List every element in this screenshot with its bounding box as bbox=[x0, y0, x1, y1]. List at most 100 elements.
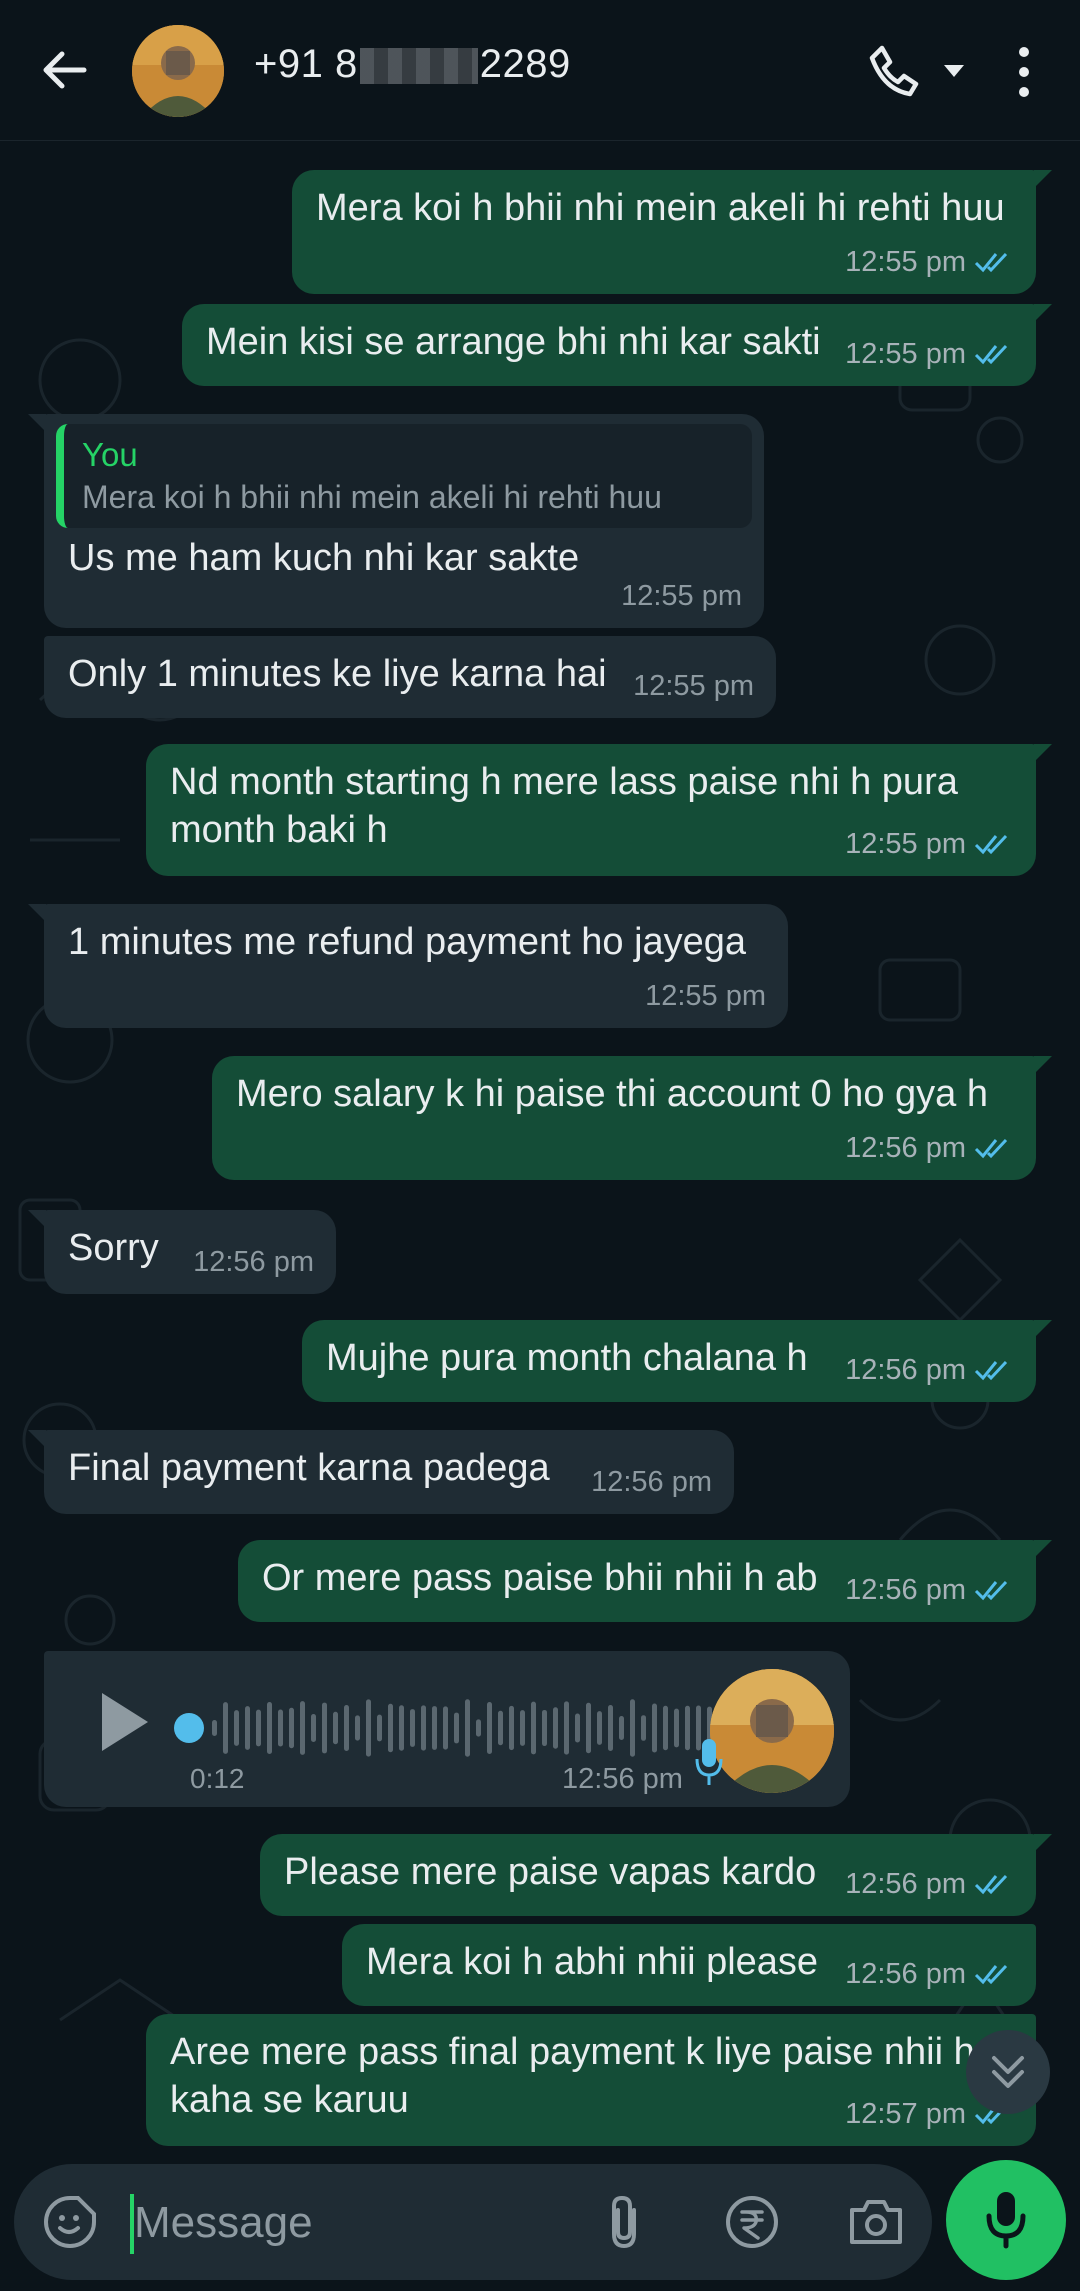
waveform-bar bbox=[267, 1702, 272, 1754]
read-ticks-icon bbox=[974, 1580, 1008, 1601]
double-chevron-down-icon bbox=[992, 2056, 1024, 2088]
sender-avatar bbox=[710, 1669, 834, 1793]
message-bubble-outgoing[interactable]: Mero salary k hi paise thi account 0 ho … bbox=[212, 1056, 1052, 1180]
emoji-icon[interactable] bbox=[42, 2194, 98, 2250]
waveform-bar bbox=[443, 1706, 448, 1750]
message-bubble-incoming[interactable]: 1 minutes me refund payment ho jayega 12… bbox=[28, 904, 788, 1028]
message-bubble-incoming[interactable]: Final payment karna padega 12:56 pm bbox=[28, 1430, 734, 1514]
contact-name[interactable]: +91 8 2289 bbox=[254, 42, 571, 87]
waveform-bar bbox=[685, 1705, 690, 1751]
waveform-bar bbox=[410, 1709, 415, 1747]
waveform-bar bbox=[212, 1720, 217, 1736]
camera-icon[interactable] bbox=[846, 2194, 906, 2250]
waveform-bar bbox=[641, 1715, 646, 1741]
message-time: 12:55 pm bbox=[633, 670, 754, 702]
message-time: 12:55 pm bbox=[621, 580, 742, 612]
waveform-bar bbox=[421, 1705, 426, 1751]
back-arrow-icon[interactable] bbox=[34, 40, 94, 100]
waveform-bar bbox=[234, 1710, 239, 1746]
waveform-bar bbox=[586, 1702, 591, 1754]
message-time: 12:56 pm bbox=[845, 1868, 966, 1900]
more-vert-icon[interactable] bbox=[1006, 44, 1042, 100]
scroll-to-bottom-button[interactable] bbox=[966, 2030, 1050, 2114]
waveform-bar bbox=[542, 1709, 547, 1747]
waveform-bar bbox=[476, 1719, 481, 1737]
message-bubble-incoming[interactable]: Only 1 minutes ke liye karna hai 12:55 p… bbox=[44, 636, 776, 718]
waveform-bar bbox=[245, 1706, 250, 1750]
waveform-bar bbox=[553, 1707, 558, 1749]
waveform-bar bbox=[619, 1715, 624, 1741]
record-voice-button[interactable] bbox=[946, 2160, 1066, 2280]
message-bubble-outgoing[interactable]: Or mere pass paise bhii nhii h ab 12:56 … bbox=[238, 1540, 1052, 1622]
waveform-bar bbox=[564, 1701, 569, 1755]
mic-icon bbox=[986, 2192, 1026, 2249]
read-ticks-icon bbox=[974, 344, 1008, 365]
waveform-bar bbox=[432, 1706, 437, 1750]
message-time: 12:56 pm bbox=[845, 1574, 966, 1606]
waveform[interactable] bbox=[202, 1689, 722, 1767]
waveform-bar bbox=[487, 1702, 492, 1754]
waveform-bar bbox=[663, 1705, 668, 1751]
voice-mic-icon bbox=[695, 1739, 723, 1785]
message-bubble-outgoing[interactable]: Mujhe pura month chalana h 12:56 pm bbox=[302, 1320, 1052, 1402]
waveform-bar bbox=[311, 1714, 316, 1742]
waveform-bar bbox=[377, 1714, 382, 1742]
waveform-bar bbox=[322, 1702, 327, 1754]
message-bubble-incoming-reply[interactable]: You Mera koi h bhii nhi mein akeli hi re… bbox=[28, 414, 764, 628]
playback-scrubber[interactable] bbox=[174, 1713, 204, 1743]
message-time: 12:56 pm bbox=[845, 1354, 966, 1386]
quote-text: Mera koi h bhii nhi mein akeli hi rehti … bbox=[82, 479, 662, 515]
read-ticks-icon bbox=[974, 1874, 1008, 1895]
waveform-bar bbox=[344, 1705, 349, 1751]
waveform-bar bbox=[520, 1710, 525, 1746]
message-time: 12:55 pm bbox=[845, 338, 966, 370]
contact-number-prefix: +91 8 bbox=[254, 42, 358, 86]
waveform-bar bbox=[223, 1702, 228, 1754]
message-time: 12:56 pm bbox=[193, 1246, 314, 1278]
message-bubble-outgoing[interactable]: Please mere paise vapas kardo 12:56 pm bbox=[260, 1834, 1052, 1916]
rupee-payment-icon[interactable] bbox=[722, 2192, 782, 2252]
chat-header: +91 8 2289 bbox=[0, 0, 1080, 141]
waveform-bar bbox=[454, 1712, 459, 1744]
chevron-down-icon[interactable] bbox=[940, 56, 968, 84]
message-bubble-outgoing[interactable]: Aree mere pass final payment k liye pais… bbox=[146, 2014, 1036, 2146]
message-time: 12:56 pm bbox=[845, 1958, 966, 1990]
message-composer bbox=[14, 2164, 932, 2280]
waveform-bar bbox=[256, 1709, 261, 1747]
attach-icon[interactable] bbox=[604, 2194, 644, 2250]
waveform-bar bbox=[388, 1703, 393, 1753]
read-ticks-icon bbox=[974, 1360, 1008, 1381]
message-time: 12:57 pm bbox=[845, 2098, 966, 2130]
message-time: 12:55 pm bbox=[845, 828, 966, 860]
waveform-bar bbox=[509, 1705, 514, 1751]
waveform-bar bbox=[333, 1711, 338, 1745]
waveform-bar bbox=[289, 1707, 294, 1749]
read-ticks-icon bbox=[974, 252, 1008, 273]
waveform-bar bbox=[630, 1699, 635, 1757]
waveform-bar bbox=[355, 1715, 360, 1741]
redacted-number bbox=[359, 48, 478, 85]
message-text: Mera koi h bhii nhi mein akeli hi rehti … bbox=[316, 187, 1005, 229]
message-bubble-outgoing[interactable]: Mera koi h bhii nhi mein akeli hi rehti … bbox=[292, 170, 1052, 294]
message-bubble-incoming[interactable]: Sorry 12:56 pm bbox=[28, 1210, 336, 1294]
waveform-bar bbox=[597, 1711, 602, 1745]
voice-message-bubble[interactable]: 0:12 12:56 pm bbox=[44, 1651, 850, 1807]
waveform-bar bbox=[575, 1713, 580, 1743]
waveform-bar bbox=[498, 1710, 503, 1746]
quoted-message[interactable]: You Mera koi h bhii nhi mein akeli hi re… bbox=[56, 424, 752, 528]
voice-duration: 0:12 bbox=[190, 1763, 245, 1794]
message-time: 12:56 pm bbox=[845, 1132, 966, 1164]
read-ticks-icon bbox=[974, 1964, 1008, 1985]
quote-author: You bbox=[82, 436, 138, 473]
read-ticks-icon bbox=[974, 834, 1008, 855]
read-ticks-icon bbox=[974, 1138, 1008, 1159]
message-bubble-outgoing[interactable]: Mera koi h abhi nhii please 12:56 pm bbox=[342, 1924, 1036, 2006]
message-input[interactable] bbox=[132, 2190, 576, 2256]
contact-avatar[interactable] bbox=[132, 25, 224, 117]
message-bubble-outgoing[interactable]: Mein kisi se arrange bhi nhi kar sakti 1… bbox=[182, 304, 1052, 386]
waveform-bar bbox=[300, 1701, 305, 1755]
play-icon[interactable] bbox=[94, 1687, 154, 1757]
waveform-bar bbox=[278, 1709, 283, 1747]
message-bubble-outgoing[interactable]: Nd month starting h mere lass paise nhi … bbox=[146, 744, 1052, 876]
phone-icon[interactable] bbox=[864, 40, 924, 100]
